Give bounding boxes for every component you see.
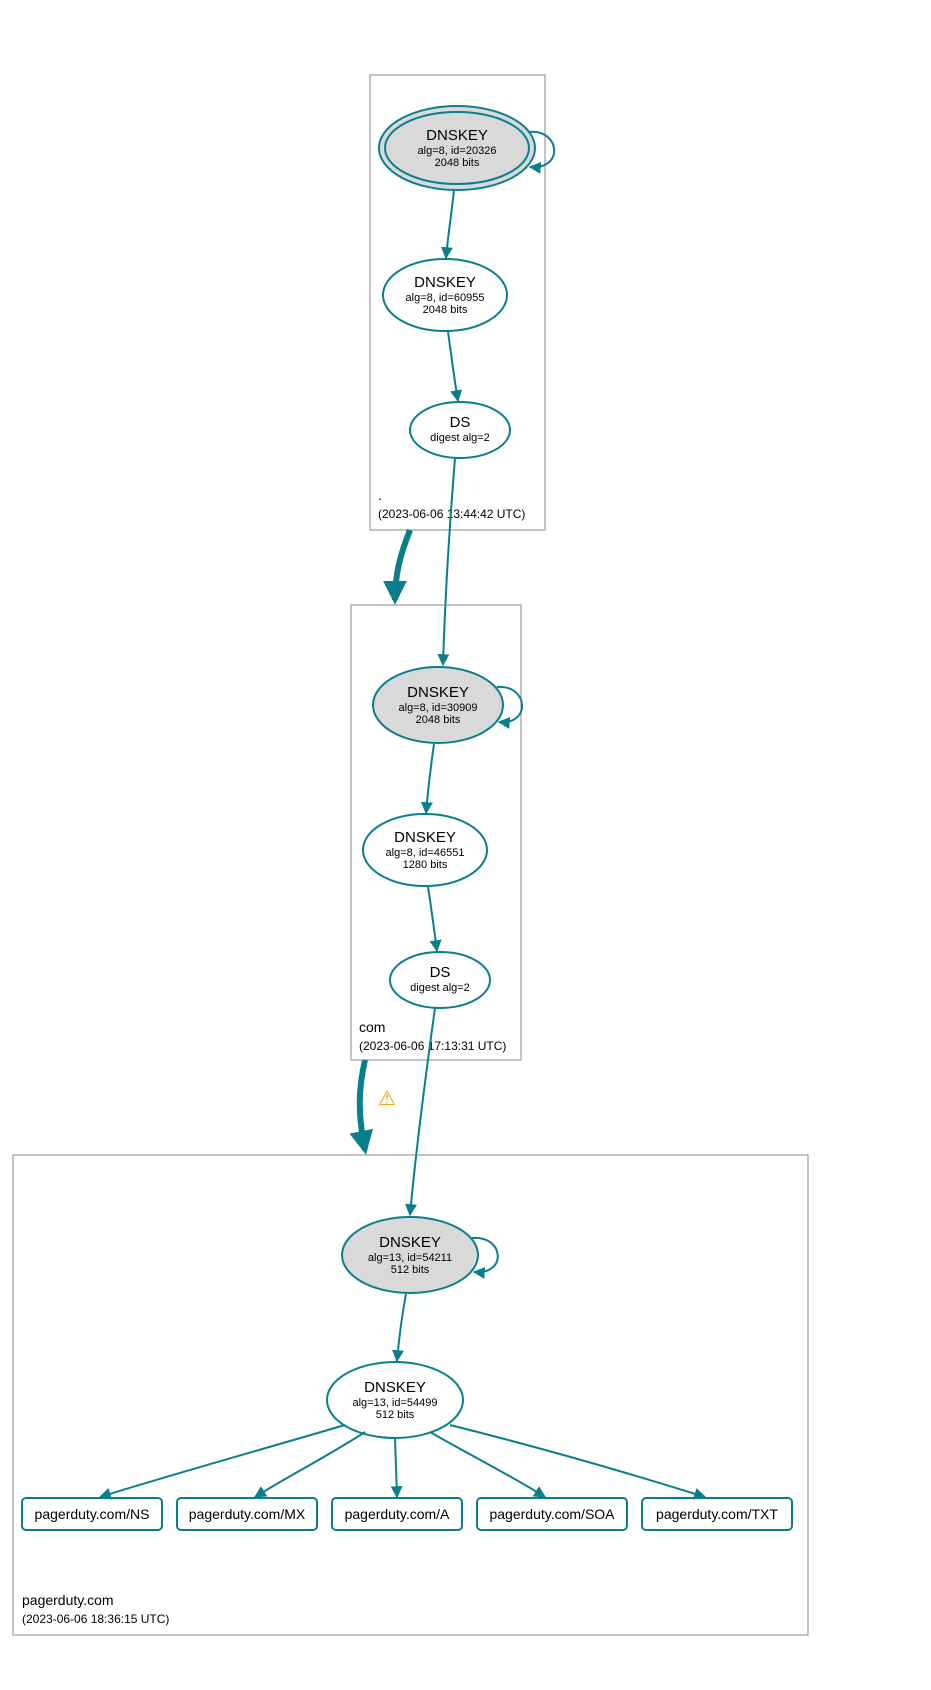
edge-pd-zsk-txt	[450, 1425, 705, 1497]
com-ds-line2: digest alg=2	[410, 982, 470, 994]
com-zsk-line3: 1280 bits	[403, 859, 448, 871]
edge-root-ksk-zsk	[446, 190, 454, 258]
dnssec-diagram: DNSKEY alg=8, id=20326 2048 bits DNSKEY …	[0, 0, 931, 1690]
root-ds-node: DS digest alg=2	[410, 402, 510, 458]
pd-ns-label: pagerduty.com/NS	[35, 1506, 150, 1522]
pd-zsk-title: DNSKEY	[364, 1379, 426, 1396]
edge-root-ds-to-com-ksk	[443, 458, 455, 665]
zone-pd-ts: (2023-06-06 18:36:15 UTC)	[22, 1612, 169, 1626]
root-zsk-node: DNSKEY alg=8, id=60955 2048 bits	[383, 259, 507, 331]
edge-com-ksk-zsk	[426, 744, 434, 813]
pd-ksk-node: DNSKEY alg=13, id=54211 512 bits	[342, 1217, 478, 1293]
edge-pd-zsk-ns	[100, 1425, 345, 1497]
zone-pd-label: pagerduty.com	[22, 1592, 114, 1608]
pd-record-mx: pagerduty.com/MX	[177, 1498, 317, 1530]
zone-com-ts: (2023-06-06 17:13:31 UTC)	[359, 1039, 506, 1053]
pd-a-label: pagerduty.com/A	[345, 1506, 450, 1522]
pd-record-a: pagerduty.com/A	[332, 1498, 462, 1530]
zone-com-label: com	[359, 1019, 385, 1035]
root-ksk-line3: 2048 bits	[435, 157, 480, 169]
root-zsk-title: DNSKEY	[414, 274, 476, 291]
root-ds-line2: digest alg=2	[430, 432, 490, 444]
root-ksk-title: DNSKEY	[426, 127, 488, 144]
pd-record-soa: pagerduty.com/SOA	[477, 1498, 627, 1530]
edge-pd-ksk-zsk	[397, 1294, 406, 1361]
pd-zsk-line2: alg=13, id=54499	[352, 1397, 437, 1409]
com-ds-title: DS	[430, 964, 451, 981]
pd-ksk-line3: 512 bits	[391, 1264, 430, 1276]
edge-pd-zsk-a	[395, 1438, 397, 1497]
root-ksk-node: DNSKEY alg=8, id=20326 2048 bits	[379, 106, 535, 190]
edge-com-zsk-ds	[428, 887, 437, 951]
edge-com-to-pd-delegation	[360, 1060, 365, 1150]
root-ksk-line2: alg=8, id=20326	[418, 145, 497, 157]
zone-root: DNSKEY alg=8, id=20326 2048 bits DNSKEY …	[370, 75, 554, 530]
com-ksk-line2: alg=8, id=30909	[399, 702, 478, 714]
edge-pd-zsk-soa	[430, 1432, 545, 1497]
warning-icon: ⚠	[378, 1088, 396, 1110]
com-zsk-line2: alg=8, id=46551	[386, 847, 465, 859]
com-zsk-node: DNSKEY alg=8, id=46551 1280 bits	[363, 814, 487, 886]
pd-zsk-line3: 512 bits	[376, 1409, 415, 1421]
edge-root-to-com-delegation	[395, 530, 410, 600]
root-zsk-line3: 2048 bits	[423, 304, 468, 316]
pd-ksk-title: DNSKEY	[379, 1234, 441, 1251]
edge-pd-zsk-mx	[255, 1432, 365, 1497]
zone-root-label: .	[378, 487, 382, 503]
pd-ksk-line2: alg=13, id=54211	[368, 1252, 452, 1264]
pd-mx-label: pagerduty.com/MX	[189, 1506, 306, 1522]
edge-root-zsk-ds	[448, 332, 458, 401]
com-ksk-line3: 2048 bits	[416, 714, 461, 726]
pd-record-txt: pagerduty.com/TXT	[642, 1498, 792, 1530]
root-ds-title: DS	[450, 414, 471, 431]
com-ksk-node: DNSKEY alg=8, id=30909 2048 bits	[373, 667, 503, 743]
com-ds-node: DS digest alg=2	[390, 952, 490, 1008]
com-ksk-title: DNSKEY	[407, 684, 469, 701]
pd-zsk-node: DNSKEY alg=13, id=54499 512 bits	[327, 1362, 463, 1438]
pd-soa-label: pagerduty.com/SOA	[489, 1506, 615, 1522]
com-zsk-title: DNSKEY	[394, 829, 456, 846]
pd-record-ns: pagerduty.com/NS	[22, 1498, 162, 1530]
root-zsk-line2: alg=8, id=60955	[406, 292, 485, 304]
zone-pagerduty: DNSKEY alg=13, id=54211 512 bits DNSKEY …	[13, 1155, 808, 1635]
pd-txt-label: pagerduty.com/TXT	[656, 1506, 778, 1522]
zone-com: DNSKEY alg=8, id=30909 2048 bits DNSKEY …	[351, 605, 522, 1060]
